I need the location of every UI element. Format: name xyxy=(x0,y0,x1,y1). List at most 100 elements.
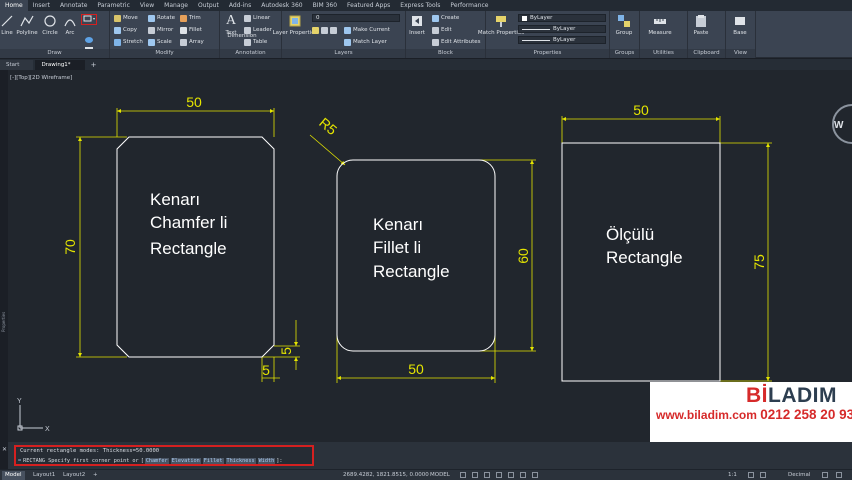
model-tab[interactable]: Model xyxy=(2,471,25,480)
edit-block-button[interactable]: Edit xyxy=(432,25,452,35)
layer-off-icon[interactable] xyxy=(330,26,337,34)
copy-button[interactable]: Copy xyxy=(114,25,137,35)
mirror-button[interactable]: Mirror xyxy=(148,25,173,35)
base-view-button[interactable]: Base xyxy=(730,14,750,36)
new-tab-button[interactable]: + xyxy=(87,60,101,70)
measure-button[interactable]: Measure xyxy=(648,14,672,36)
customization-icon[interactable] xyxy=(836,472,842,478)
layer-state-icon[interactable] xyxy=(312,26,319,34)
layout1-tab[interactable]: Layout1 xyxy=(30,471,58,480)
ucs-x-label: X xyxy=(45,426,50,433)
rect3-text-line-1[interactable]: Ölçülü xyxy=(606,225,654,244)
rect2-text-line-1[interactable]: Kenarı xyxy=(373,215,423,234)
color-dropdown[interactable]: ByLayer xyxy=(518,14,606,22)
command-prompt-icon: ⌨ xyxy=(18,458,22,464)
tab-manage[interactable]: Manage xyxy=(159,0,193,11)
rect2-text-line-2[interactable]: Fillet li xyxy=(373,238,421,257)
create-block-button[interactable]: Create xyxy=(432,13,459,23)
option-fillet[interactable]: Fillet xyxy=(202,458,224,464)
option-width[interactable]: Width xyxy=(257,458,276,464)
tab-autodesk-360[interactable]: Autodesk 360 xyxy=(256,0,307,11)
circle-button[interactable]: Circle xyxy=(40,14,60,36)
rect1-text-line-1[interactable]: Kenarı xyxy=(150,190,200,209)
layer-isolate-icon[interactable] xyxy=(321,26,328,34)
tab-add-ins[interactable]: Add-ins xyxy=(224,0,256,11)
add-layout-button[interactable]: + xyxy=(90,471,101,480)
command-close-icon[interactable]: ✕ xyxy=(2,446,7,453)
tab-view[interactable]: View xyxy=(135,0,159,11)
rect1-text-line-3[interactable]: Rectangle xyxy=(150,239,227,258)
scale-button[interactable]: Scale xyxy=(148,37,172,47)
tab-featured-apps[interactable]: Featured Apps xyxy=(342,0,395,11)
lineweight-dropdown[interactable]: ByLayer xyxy=(518,25,606,33)
text-icon: A xyxy=(225,13,237,28)
tab-bim-360[interactable]: BIM 360 xyxy=(308,0,342,11)
line-button[interactable]: Line xyxy=(0,14,14,36)
tab-performance[interactable]: Performance xyxy=(445,0,493,11)
table-button[interactable]: Table xyxy=(244,37,267,47)
array-button[interactable]: Array xyxy=(180,37,204,47)
lineweight-icon[interactable] xyxy=(532,472,538,478)
tab-home[interactable]: Home xyxy=(0,0,28,11)
move-button[interactable]: Move xyxy=(114,13,138,23)
linetype-dropdown[interactable]: ByLayer xyxy=(518,36,606,44)
option-thickness[interactable]: Thickness xyxy=(225,458,256,464)
arc-icon xyxy=(64,19,76,27)
match-layer-button[interactable]: Match Layer xyxy=(344,37,387,47)
tab-parametric[interactable]: Parametric xyxy=(92,0,135,11)
layer-properties-button[interactable]: Layer Properties xyxy=(273,14,317,36)
linear-button[interactable]: Linear xyxy=(244,13,270,23)
option-chamfer[interactable]: Chamfer xyxy=(144,458,169,464)
layer-current-value: 0 xyxy=(316,15,320,21)
coordinates-readout[interactable]: 2689.4282, 1821.8515, 0.0000 xyxy=(343,471,429,480)
annotation-monitor-icon[interactable] xyxy=(760,472,766,478)
rect1-text-line-2[interactable]: Chamfer li xyxy=(150,213,227,232)
annotation-scale[interactable]: 1:1 xyxy=(725,471,740,480)
leader-button[interactable]: Leader xyxy=(244,25,272,35)
autocad-window: Home Insert Annotate Parametric View Man… xyxy=(0,0,852,480)
trim-button[interactable]: Trim xyxy=(180,13,201,23)
measure-icon xyxy=(654,19,666,24)
rotate-icon xyxy=(148,14,155,22)
paste-button[interactable]: Paste xyxy=(692,14,710,36)
edit-attributes-button[interactable]: Edit Attributes xyxy=(432,37,481,47)
rectangle-tool-button[interactable] xyxy=(81,14,97,25)
command-line-input[interactable]: ⌨ RECTANG Specify first corner point or … xyxy=(18,457,283,465)
osnap-icon[interactable] xyxy=(508,472,514,478)
hatch-icon[interactable] xyxy=(84,29,96,43)
snap-icon[interactable] xyxy=(472,472,478,478)
workspace-gear-icon[interactable] xyxy=(748,472,754,478)
rect3-text-line-2[interactable]: Rectangle xyxy=(606,248,683,267)
gradient-icon[interactable] xyxy=(84,39,96,53)
rotate-button[interactable]: Rotate xyxy=(148,13,175,23)
make-current-button[interactable]: Make Current xyxy=(344,25,390,35)
rectangle-icon xyxy=(83,15,95,22)
layer-dropdown[interactable]: 0 xyxy=(312,14,400,22)
group-button[interactable]: Group xyxy=(613,14,635,36)
polyline-button[interactable]: Polyline xyxy=(16,14,38,36)
fillet-button[interactable]: Fillet xyxy=(180,25,202,35)
otrack-icon[interactable] xyxy=(520,472,526,478)
polar-icon[interactable] xyxy=(496,472,502,478)
match-properties-button[interactable]: Match Properties xyxy=(478,14,524,36)
tab-annotate[interactable]: Annotate xyxy=(55,0,92,11)
option-elevation[interactable]: Elevation xyxy=(170,458,201,464)
tab-express-tools[interactable]: Express Tools xyxy=(395,0,445,11)
ortho-icon[interactable] xyxy=(484,472,490,478)
isolate-icon[interactable] xyxy=(822,472,828,478)
arc-button[interactable]: Arc xyxy=(62,14,78,36)
units-display[interactable]: Decimal xyxy=(788,471,810,480)
model-space-button[interactable]: MODEL xyxy=(430,471,450,480)
stretch-button[interactable]: Stretch xyxy=(114,37,143,47)
start-tab[interactable]: Start xyxy=(0,60,34,70)
grid-icon[interactable] xyxy=(460,472,466,478)
tab-output[interactable]: Output xyxy=(193,0,224,11)
insert-button[interactable]: Insert xyxy=(408,14,426,36)
tab-insert[interactable]: Insert xyxy=(28,0,55,11)
layout2-tab[interactable]: Layout2 xyxy=(60,471,88,480)
properties-palette-strip[interactable]: Properties xyxy=(0,70,8,442)
drawing-tab[interactable]: Drawing1* xyxy=(35,60,85,70)
viewcube[interactable]: W xyxy=(832,104,852,144)
rect2-height-label: 60 xyxy=(515,248,531,264)
rect2-text-line-3[interactable]: Rectangle xyxy=(373,262,450,281)
